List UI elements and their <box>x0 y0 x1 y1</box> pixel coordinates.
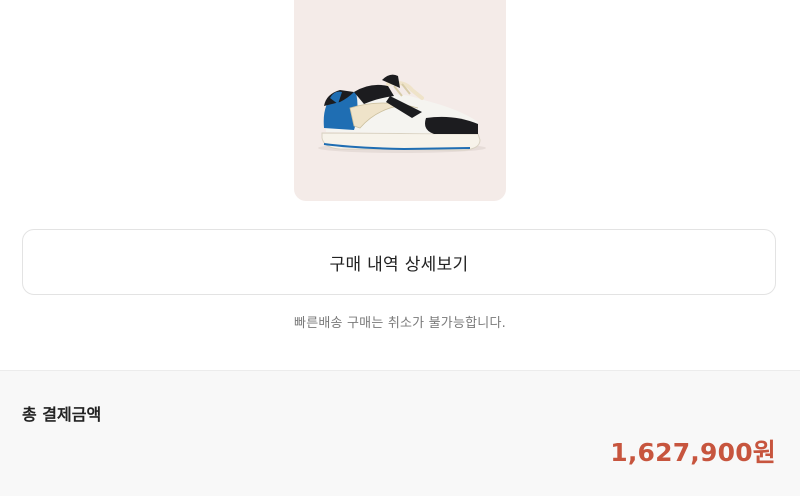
order-detail-button[interactable]: 구매 내역 상세보기 <box>22 229 776 295</box>
total-payment-section: 총 결제금액 1,627,900원 <box>0 371 800 496</box>
total-payment-amount: 1,627,900원 <box>610 438 776 467</box>
cancellation-notice: 빠른배송 구매는 취소가 불가능합니다. <box>294 316 506 331</box>
order-complete-page: 구매 내역 상세보기 빠른배송 구매는 취소가 불가능합니다. 총 결제금액 1… <box>0 0 800 496</box>
total-payment-label: 총 결제금액 <box>22 405 102 424</box>
order-detail-button-label: 구매 내역 상세보기 <box>329 254 469 275</box>
sneaker-image <box>318 74 486 153</box>
product-image-card <box>294 0 506 201</box>
